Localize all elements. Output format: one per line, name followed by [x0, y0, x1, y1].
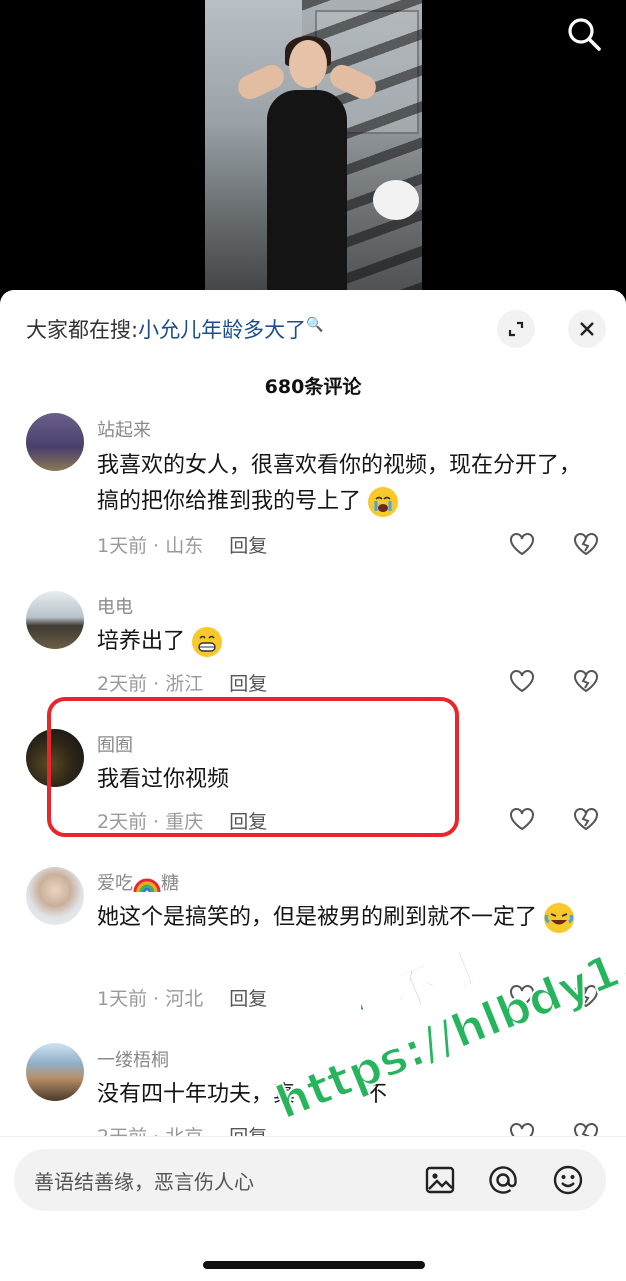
trending-search-prefix: 大家都在搜:	[26, 318, 139, 342]
comment-text-body: 没有四十年功夫，真	[97, 1082, 296, 1107]
expand-icon	[508, 321, 524, 337]
trending-search-bar[interactable]: 大家都在搜:小允儿年龄多大了🔍	[26, 314, 324, 344]
video-frame	[205, 0, 422, 300]
comment-text-body: 我喜欢的女人，很喜欢看你的视频，现在分开了，搞的把你给推到我的号上了	[97, 453, 582, 514]
heart-icon[interactable]	[508, 982, 536, 1010]
comment-text: 我喜欢的女人，很喜欢看你的视频，现在分开了，搞的把你给推到我的号上了	[97, 448, 592, 520]
broken-heart-icon[interactable]	[572, 805, 600, 833]
heart-icon[interactable]	[508, 805, 536, 833]
reply-button[interactable]: 回复	[229, 988, 267, 1010]
comment-time-location: 1天前 · 河北	[97, 988, 204, 1010]
comment-time-location: 2天前 · 浙江	[97, 673, 204, 695]
magnifier-icon: 🔍	[306, 317, 324, 333]
comment-username[interactable]: 一缕梧桐	[97, 1046, 169, 1072]
comment-input-placeholder[interactable]: 善语结善缘，恶言伤人心	[34, 1166, 254, 1195]
crying-face-icon	[368, 487, 399, 517]
comment-username-part: 爱吃	[97, 873, 133, 894]
rainbow-icon	[133, 873, 161, 894]
comment-time-location: 1天前 · 山东	[97, 535, 204, 557]
reply-button[interactable]: 回复	[229, 673, 267, 695]
grinning-face-icon	[192, 627, 223, 657]
avatar[interactable]	[26, 591, 84, 649]
video-person-face	[289, 40, 327, 88]
video-person-dress	[267, 90, 347, 300]
close-button[interactable]	[568, 310, 606, 348]
avatar[interactable]	[26, 1043, 84, 1101]
highlight-annotation-box	[47, 697, 459, 837]
avatar[interactable]	[26, 867, 84, 925]
comment-text: 培养出了	[97, 624, 592, 660]
comment-text: 没有四十年功夫，真 不	[97, 1077, 592, 1113]
comment-username[interactable]: 站起来	[97, 416, 151, 442]
reply-button[interactable]: 回复	[229, 535, 267, 557]
comment-username[interactable]: 电电	[97, 593, 133, 619]
comment-meta: 1天前 · 河北 回复	[97, 984, 267, 1011]
comment-count: 680条评论	[264, 376, 362, 398]
search-icon[interactable]	[566, 16, 602, 52]
laughing-tears-face-icon	[544, 903, 575, 933]
heart-icon[interactable]	[508, 530, 536, 558]
comment-meta: 1天前 · 山东 回复	[97, 531, 267, 558]
comment-username-part: 糖	[161, 873, 179, 894]
comment-text-body: 培养出了	[97, 629, 186, 654]
comment-text-tail: 不	[365, 1082, 388, 1107]
comment-text: 她这个是搞笑的，但是被男的刷到就不一定了	[97, 900, 592, 936]
broken-heart-icon[interactable]	[572, 530, 600, 558]
comment-username[interactable]: 爱吃 糖	[97, 869, 179, 895]
avatar[interactable]	[26, 413, 84, 471]
heart-icon[interactable]	[508, 667, 536, 695]
emoji-icon[interactable]	[552, 1164, 584, 1196]
comment-input-bar: 善语结善缘，恶言伤人心	[0, 1136, 626, 1281]
mention-icon[interactable]	[487, 1164, 519, 1196]
broken-heart-icon[interactable]	[572, 982, 600, 1010]
comment-meta: 2天前 · 浙江 回复	[97, 669, 267, 696]
comment-text-body: 她这个是搞笑的，但是被男的刷到就不一定了	[97, 905, 538, 930]
video-scene-plush	[373, 180, 419, 220]
broken-heart-icon[interactable]	[572, 667, 600, 695]
expand-button[interactable]	[497, 310, 535, 348]
comment-input[interactable]: 善语结善缘，恶言伤人心	[14, 1149, 606, 1211]
image-icon[interactable]	[424, 1164, 456, 1196]
close-icon	[580, 322, 594, 336]
trending-search-query[interactable]: 小允儿年龄多大了	[138, 318, 306, 342]
home-indicator	[203, 1261, 425, 1269]
video-player[interactable]	[0, 0, 626, 300]
